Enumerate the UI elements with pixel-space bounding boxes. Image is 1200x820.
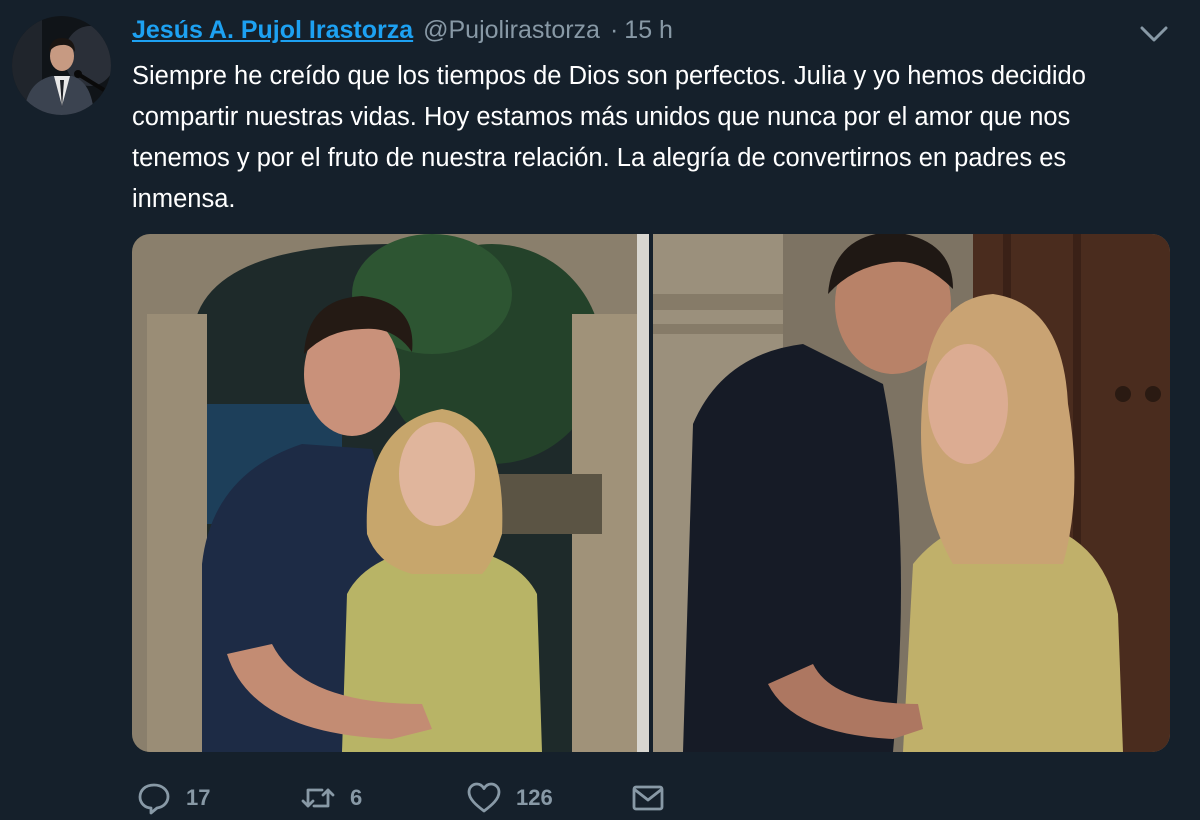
envelope-icon — [632, 785, 664, 811]
retweet-icon — [301, 788, 335, 808]
tweet-actions: 17 6 126 — [136, 780, 836, 820]
timestamp-link[interactable]: 15 h — [624, 16, 673, 45]
photo-couple-smiling[interactable] — [132, 234, 649, 752]
like-count: 126 — [516, 785, 553, 810]
photo-couple-kiss[interactable] — [653, 234, 1170, 752]
tweet-text: Siempre he creído que los tiempos de Dio… — [132, 62, 1086, 213]
retweet-count: 6 — [350, 785, 363, 810]
reply-icon — [138, 783, 170, 815]
reply-count: 17 — [186, 785, 211, 810]
like-button[interactable]: 126 — [466, 780, 553, 816]
avatar[interactable] — [12, 16, 111, 115]
reply-button[interactable]: 17 — [136, 780, 210, 816]
retweet-button[interactable]: 6 — [300, 780, 362, 816]
tweet-menu-button[interactable] — [1138, 22, 1170, 46]
direct-message-button[interactable] — [630, 780, 666, 816]
tweet-header: Jesús A. Pujol Irastorza @Pujolirastorza… — [132, 16, 673, 50]
separator-dot: · — [609, 16, 619, 44]
tweet-media — [132, 234, 1170, 752]
chevron-down-icon — [1140, 26, 1168, 42]
display-name-link[interactable]: Jesús A. Pujol Irastorza — [132, 16, 413, 45]
heart-icon — [467, 782, 501, 813]
tweet[interactable]: Jesús A. Pujol Irastorza @Pujolirastorza… — [0, 0, 1200, 817]
user-handle[interactable]: @Pujolirastorza — [423, 16, 600, 45]
